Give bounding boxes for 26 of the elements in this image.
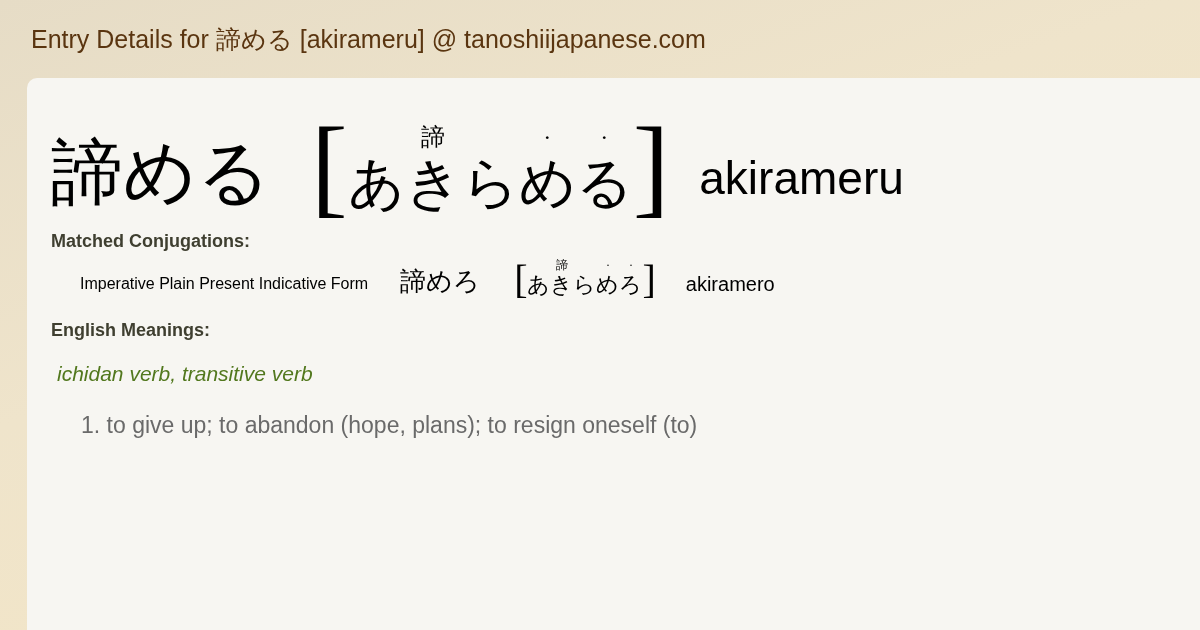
romaji: akirameru	[699, 151, 904, 206]
bracket: [	[311, 116, 348, 216]
page-title: Entry Details for 諦める [akirameru] @ tanoshiijapanese.com	[31, 24, 706, 56]
section-heading: Matched Conjugations:	[51, 230, 251, 253]
bracket: ]	[632, 116, 670, 216]
bracket: [	[514, 261, 528, 299]
reading-kana: あきら	[347, 151, 519, 216]
reading-kana: ろ	[619, 271, 643, 299]
furigana-mark: ·	[600, 124, 609, 150]
conjugation-form: Imperative Plain Present Indicative Form	[80, 274, 369, 294]
furigana-mark: ·	[628, 259, 633, 271]
section-heading: English Meanings:	[51, 319, 211, 342]
reading-kana: る	[575, 151, 633, 216]
furigana-mark: 諦	[421, 124, 446, 150]
conjugated-word: 諦めろ	[400, 266, 481, 298]
reading-kana: め	[596, 271, 620, 299]
romaji: akiramero	[685, 272, 775, 297]
headword: 諦める	[51, 132, 271, 215]
reading-kana: め	[518, 151, 576, 216]
bracket: ]	[642, 261, 656, 299]
furigana-mark: ·	[543, 124, 552, 150]
furigana-mark: ·	[605, 259, 610, 271]
reading-kana: あきら	[527, 271, 597, 299]
furigana-mark: 諦	[555, 259, 568, 271]
part-of-speech: ichidan verb, transitive verb	[57, 361, 313, 387]
meaning-text: 1. to give up; to abandon (hope, plans); to resign oneself (to)	[81, 410, 699, 440]
